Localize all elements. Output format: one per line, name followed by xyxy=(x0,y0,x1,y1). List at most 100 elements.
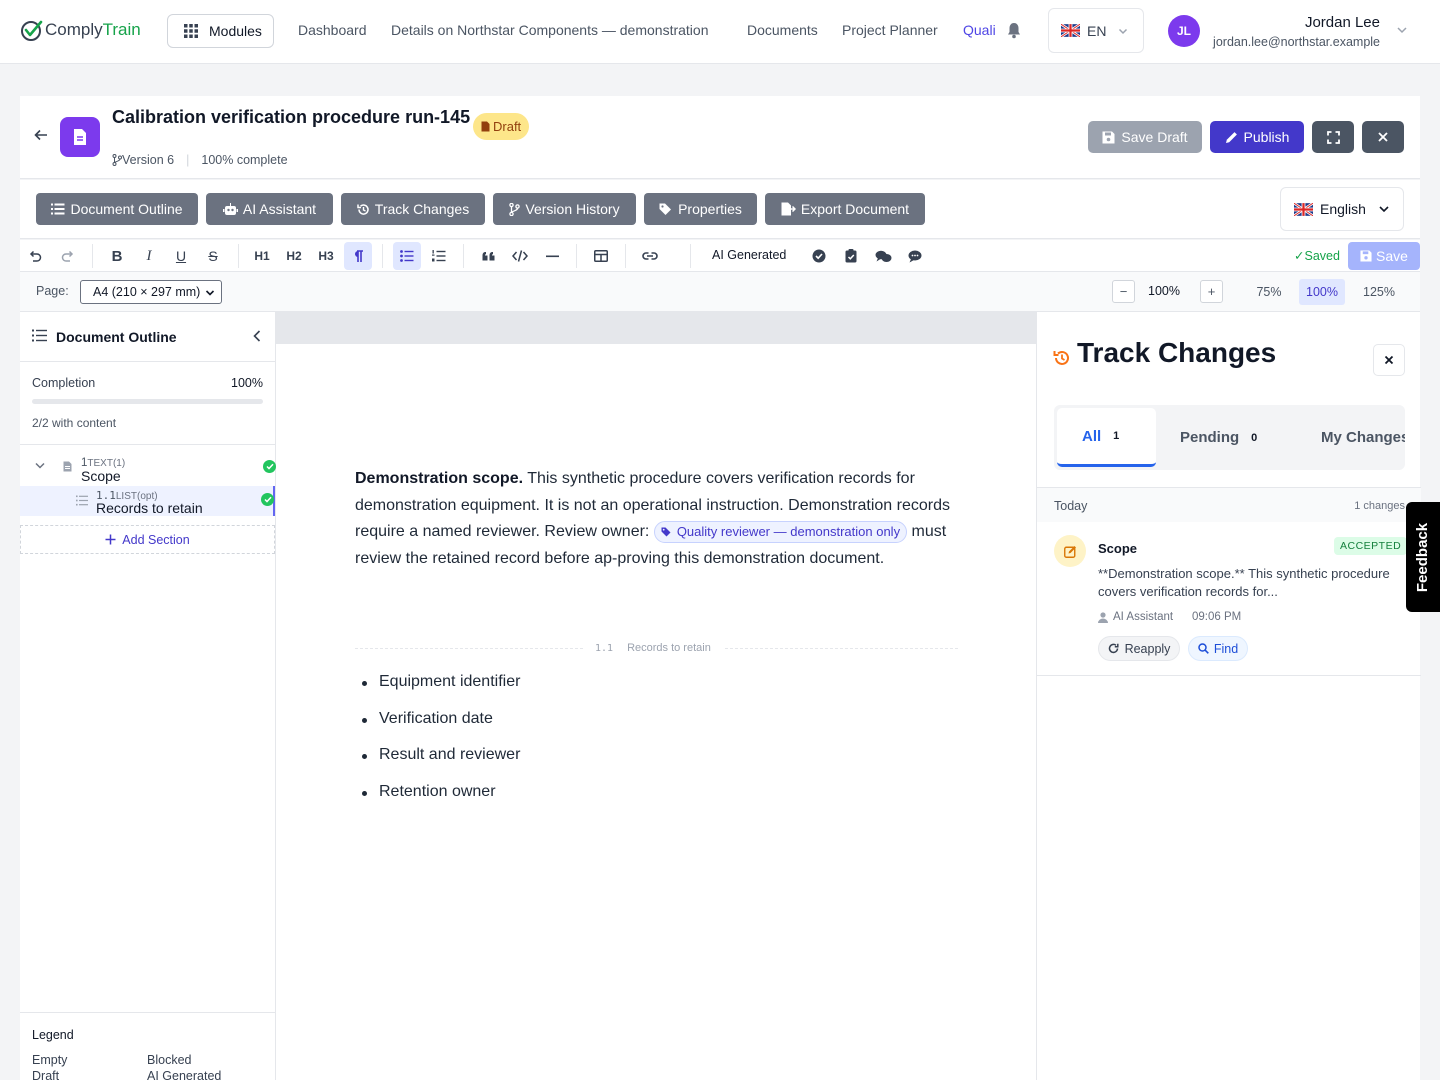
outline-legend: Legend Empty Blocked Draft AI Generated xyxy=(20,1012,275,1080)
publish-button[interactable]: Publish xyxy=(1210,121,1304,153)
list-item[interactable]: Verification date xyxy=(355,710,955,747)
user-icon xyxy=(1098,611,1108,623)
zoom-in-button[interactable]: + xyxy=(1200,280,1223,303)
zoom-out-button[interactable]: − xyxy=(1112,280,1135,303)
bullet-list-button[interactable] xyxy=(393,242,421,270)
save-draft-button[interactable]: Save Draft xyxy=(1088,121,1202,153)
logo-text-part1: Comply xyxy=(45,20,103,39)
redo-button[interactable] xyxy=(54,242,82,270)
minus-icon: − xyxy=(1119,284,1128,299)
insert-table-button[interactable] xyxy=(587,242,615,270)
expand-icon xyxy=(1326,130,1340,144)
meta-separator: | xyxy=(186,153,190,167)
complete-check-icon xyxy=(261,493,274,506)
outline-item-records-to-retain[interactable]: 1.1LIST(opt) Records to retain xyxy=(20,486,275,516)
complytrain-logo[interactable]: Comply Train xyxy=(20,18,141,42)
bold-button[interactable]: B xyxy=(103,242,131,270)
horizontal-rule-icon xyxy=(545,255,559,257)
change-time: 09:06 PM xyxy=(1192,611,1242,623)
page-size-value: A4 (210 × 297 mm) xyxy=(93,285,201,299)
undo-icon xyxy=(29,250,42,262)
back-arrow-icon[interactable] xyxy=(34,128,48,142)
nav-link-project-planner[interactable]: Project Planner xyxy=(842,22,938,38)
horizontal-rule-button[interactable] xyxy=(538,242,566,270)
modules-button[interactable]: Modules xyxy=(167,14,274,48)
notification-bell-icon[interactable] xyxy=(1006,22,1022,39)
file-export-icon xyxy=(781,202,796,216)
fullscreen-button[interactable] xyxy=(1312,121,1354,153)
outline-item-scope[interactable]: 1TEXT(1) Scope xyxy=(20,450,276,484)
completion-label: Completion xyxy=(32,376,96,390)
link-icon xyxy=(642,252,658,260)
clipboard-check-button[interactable] xyxy=(837,242,865,270)
document-editor[interactable]: Demonstration scope. This synthetic proc… xyxy=(276,312,1036,1080)
export-document-button[interactable]: Export Document xyxy=(765,193,925,225)
tag-icon xyxy=(661,527,671,537)
user-menu-chevron-icon[interactable] xyxy=(1396,24,1408,36)
quote-icon xyxy=(481,251,494,261)
paragraph-button[interactable] xyxy=(344,242,372,270)
nav-link-dashboard[interactable]: Dashboard xyxy=(298,22,367,38)
ai-generated-label[interactable]: AI Generated xyxy=(712,248,786,262)
outline-header: Document Outline xyxy=(20,312,275,362)
find-button[interactable]: Find xyxy=(1188,636,1248,661)
version-history-button[interactable]: Version History xyxy=(493,193,636,225)
track-changes-button[interactable]: Track Changes xyxy=(341,193,485,225)
underline-button[interactable]: U xyxy=(167,242,195,270)
zoom-preset-75[interactable]: 75% xyxy=(1246,279,1292,305)
tab-my-changes[interactable]: My Changes xyxy=(1280,408,1405,467)
add-section-label: Add Section xyxy=(122,532,190,547)
page-size-select[interactable]: A4 (210 × 297 mm) xyxy=(80,280,222,304)
list-item[interactable]: Retention owner xyxy=(355,783,955,820)
heading-2-button[interactable]: H2 xyxy=(280,242,308,270)
heading-1-button[interactable]: H1 xyxy=(248,242,276,270)
clipboard-check-icon xyxy=(845,249,857,263)
redo-arrow-icon xyxy=(1108,643,1119,654)
document-outline-button[interactable]: Document Outline xyxy=(36,193,198,225)
document-language-select[interactable]: English xyxy=(1280,187,1404,231)
list-item[interactable]: Equipment identifier xyxy=(355,673,955,710)
blockquote-button[interactable] xyxy=(474,242,502,270)
ai-assistant-button[interactable]: AI Assistant xyxy=(206,193,333,225)
comments-button[interactable] xyxy=(869,242,897,270)
zoom-preset-100[interactable]: 100% xyxy=(1299,279,1345,305)
list-item[interactable]: Result and reviewer xyxy=(355,746,955,783)
close-panel-button[interactable] xyxy=(1373,344,1405,376)
tab-all[interactable]: All 1 xyxy=(1057,408,1156,467)
toolbar-separator xyxy=(625,244,626,268)
numbered-list-button[interactable] xyxy=(425,242,453,270)
tab-pending[interactable]: Pending 0 xyxy=(1162,408,1274,467)
feedback-label: Feedback xyxy=(1414,522,1432,592)
add-section-button[interactable]: Add Section xyxy=(20,525,275,554)
section-label: 1.1 Records to retain xyxy=(583,642,723,654)
add-comment-button[interactable] xyxy=(901,242,929,270)
insert-link-button[interactable] xyxy=(636,242,664,270)
zoom-preset-125[interactable]: 125% xyxy=(1356,279,1402,305)
language-switcher[interactable]: EN xyxy=(1048,8,1144,53)
records-list[interactable]: Equipment identifier Verification date R… xyxy=(355,673,955,819)
code-button[interactable] xyxy=(506,242,534,270)
properties-button[interactable]: Properties xyxy=(644,193,757,225)
feedback-tab[interactable]: Feedback xyxy=(1406,502,1440,612)
save-button[interactable]: Save xyxy=(1348,242,1420,270)
change-card[interactable]: Scope ACCEPTED **Demonstration scope.** … xyxy=(1037,522,1421,676)
reapply-button[interactable]: Reapply xyxy=(1098,636,1180,661)
document-title: Calibration verification procedure run-1… xyxy=(112,107,471,127)
nav-link-documents[interactable]: Documents xyxy=(747,22,818,38)
strikethrough-button[interactable]: S xyxy=(199,242,227,270)
italic-button[interactable]: I xyxy=(135,242,163,270)
nav-link-quality[interactable]: Quali xyxy=(963,22,996,38)
chevron-down-icon[interactable] xyxy=(35,462,45,470)
nav-link-northstar-details[interactable]: Details on Northstar Components — demons… xyxy=(391,22,708,38)
paragraph-icon xyxy=(355,249,363,262)
chevron-left-icon[interactable] xyxy=(252,329,262,343)
user-avatar[interactable]: JL xyxy=(1168,15,1200,47)
table-icon xyxy=(594,250,608,262)
review-owner-chip[interactable]: Quality reviewer — demonstration only xyxy=(653,520,908,543)
undo-button[interactable] xyxy=(21,242,49,270)
close-editor-button[interactable] xyxy=(1362,121,1404,153)
heading-3-button[interactable]: H3 xyxy=(312,242,340,270)
scope-paragraph[interactable]: Demonstration scope. This synthetic proc… xyxy=(355,466,955,572)
mark-complete-button[interactable] xyxy=(805,242,833,270)
scope-heading-bold: Demonstration scope. xyxy=(355,470,524,487)
